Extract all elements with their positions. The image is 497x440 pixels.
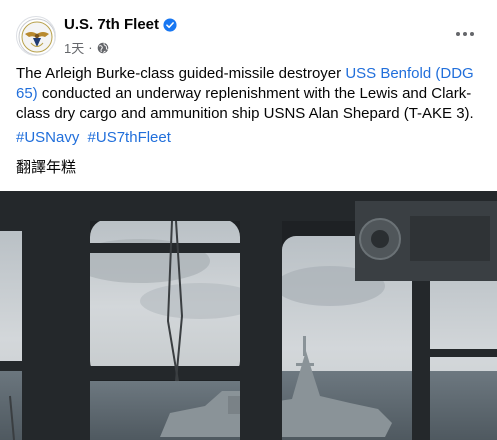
post-timestamp[interactable]: 1天 — [64, 38, 84, 57]
post-body-suffix: conducted an underway replenishment with… — [16, 85, 474, 122]
more-dot — [456, 32, 460, 36]
post-photo[interactable] — [0, 191, 497, 440]
hashtag-usnavy[interactable]: #USNavy — [16, 129, 79, 146]
facebook-post: U.S. 7th Fleet 1天 · The Arleigh Burke-cl… — [0, 0, 497, 440]
seventh-fleet-logo — [18, 18, 55, 55]
bridge-instrument-panel — [355, 201, 497, 281]
post-body-prefix: The Arleigh Burke-class guided-missile d… — [16, 65, 346, 82]
page-name-row: U.S. 7th Fleet — [64, 16, 177, 33]
hashtag-row: #USNavy #US7thFleet — [16, 128, 175, 148]
globe-icon[interactable] — [97, 42, 109, 54]
post-meta: 1天 · — [64, 38, 109, 57]
more-options-button[interactable] — [449, 18, 481, 50]
page-avatar[interactable] — [16, 16, 56, 56]
post-header: U.S. 7th Fleet 1天 · — [0, 0, 497, 62]
page-name[interactable]: U.S. 7th Fleet — [64, 16, 159, 33]
hashtag-us7thfleet[interactable]: #US7thFleet — [88, 129, 171, 146]
translate-link[interactable]: 翻譯年糕 — [16, 158, 76, 178]
verified-badge-icon — [163, 17, 177, 32]
meta-separator: · — [88, 40, 93, 55]
more-dot — [470, 32, 474, 36]
bridge-window-photo — [0, 191, 497, 440]
more-dot — [463, 32, 467, 36]
post-body: The Arleigh Burke-class guided-missile d… — [16, 64, 481, 124]
